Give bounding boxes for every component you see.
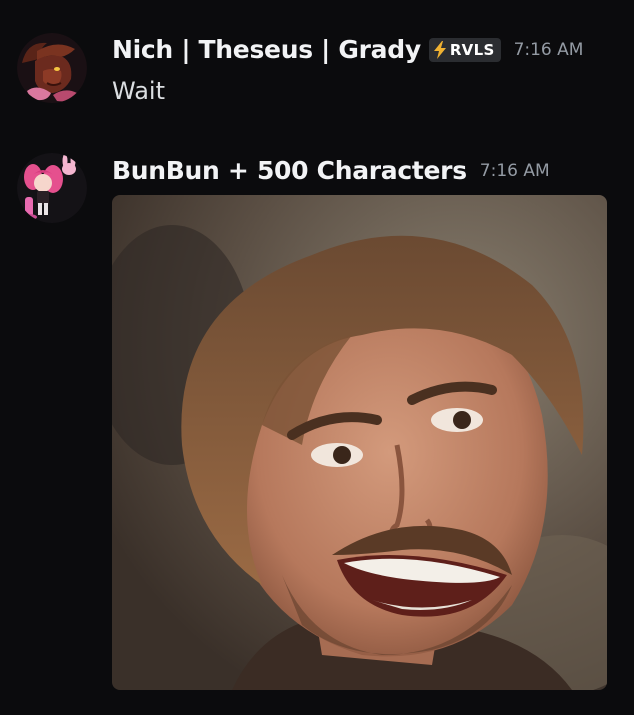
anime-girl-avatar-icon <box>17 153 87 223</box>
username[interactable]: BunBun + 500 Characters <box>112 156 467 185</box>
user-avatar[interactable] <box>17 153 87 223</box>
smiling-man-image <box>112 195 607 690</box>
author-line: BunBun + 500 Characters 7:16 AM <box>112 156 550 185</box>
timestamp[interactable]: 7:16 AM <box>480 161 550 181</box>
image-attachment[interactable] <box>112 195 607 690</box>
message-2: BunBun + 500 Characters 7:16 AM <box>0 0 634 715</box>
